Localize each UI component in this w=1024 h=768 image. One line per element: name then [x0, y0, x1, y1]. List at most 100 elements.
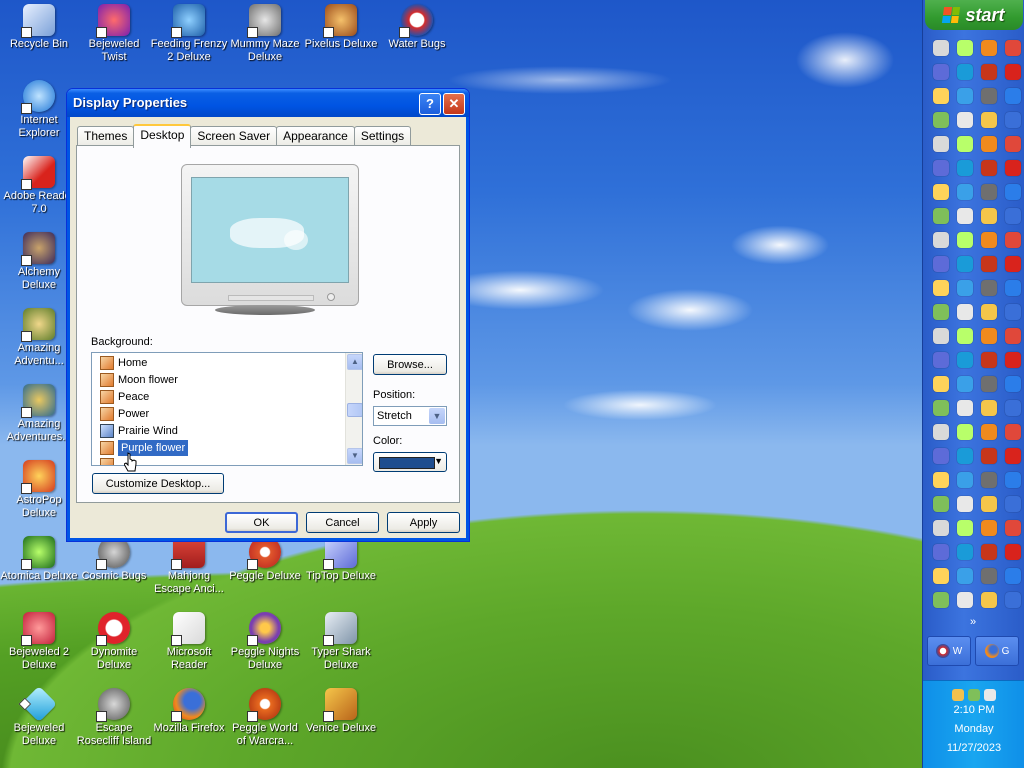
desktop-icon-mahjong-escape[interactable]: Mahjong Escape Anci... — [150, 536, 228, 596]
quick-launch-app-icon[interactable] — [933, 280, 949, 296]
desktop-icon-recycle-bin[interactable]: Recycle Bin — [0, 4, 78, 51]
quick-launch-app-icon[interactable] — [957, 160, 973, 176]
quick-launch-app-icon[interactable] — [981, 520, 997, 536]
quick-launch-app-icon[interactable] — [1005, 472, 1021, 488]
quick-launch-app-icon[interactable] — [981, 64, 997, 80]
desktop-icon-water-bugs[interactable]: Water Bugs — [378, 4, 456, 51]
desktop-icon-bejeweled-twist[interactable]: Bejeweled Twist — [75, 4, 153, 64]
quick-launch-app-icon[interactable] — [1005, 160, 1021, 176]
quick-launch-app-icon[interactable] — [981, 328, 997, 344]
quick-launch-app-icon[interactable] — [981, 136, 997, 152]
quick-launch-app-icon[interactable] — [981, 424, 997, 440]
quick-launch-app-icon[interactable] — [981, 568, 997, 584]
list-item-selected[interactable]: Purple flower — [100, 440, 189, 456]
quick-launch-app-icon[interactable] — [981, 160, 997, 176]
quick-launch-app-icon[interactable] — [981, 544, 997, 560]
taskbar-button-w[interactable]: W — [927, 636, 971, 666]
desktop-icon-cosmic-bugs[interactable]: Cosmic Bugs — [75, 536, 153, 583]
quick-launch-app-icon[interactable] — [981, 496, 997, 512]
tab-settings[interactable]: Settings — [353, 126, 412, 146]
quick-launch-app-icon[interactable] — [981, 304, 997, 320]
quick-launch-app-icon[interactable] — [957, 112, 973, 128]
quick-launch-app-icon[interactable] — [1005, 256, 1021, 272]
quick-launch-app-icon[interactable] — [933, 448, 949, 464]
quick-launch-app-icon[interactable] — [933, 232, 949, 248]
browse-button[interactable]: Browse... — [373, 354, 447, 375]
taskbar-button-g[interactable]: G — [975, 636, 1019, 666]
quick-launch-app-icon[interactable] — [1005, 208, 1021, 224]
quick-launch-app-icon[interactable] — [981, 448, 997, 464]
color-picker-button[interactable]: ▼ — [373, 452, 447, 472]
quick-launch-app-icon[interactable] — [957, 88, 973, 104]
position-select[interactable]: Stretch ▼ — [373, 406, 447, 426]
quick-launch-app-icon[interactable] — [981, 472, 997, 488]
quick-launch-app-icon[interactable] — [981, 112, 997, 128]
quick-launch-app-icon[interactable] — [933, 400, 949, 416]
quick-launch-app-icon[interactable] — [933, 40, 949, 56]
quick-launch-app-icon[interactable] — [1005, 304, 1021, 320]
quick-launch-app-icon[interactable] — [1005, 400, 1021, 416]
listbox-scrollbar[interactable]: ▲ ▼ — [345, 353, 362, 465]
desktop-icon-typer-shark[interactable]: Typer Shark Deluxe — [302, 612, 380, 672]
quick-launch-app-icon[interactable] — [957, 40, 973, 56]
desktop-icon-bejeweled-2[interactable]: Bejeweled 2 Deluxe — [0, 612, 78, 672]
quick-launch-app-icon[interactable] — [957, 184, 973, 200]
desktop-icon-atomica[interactable]: Atomica Deluxe — [0, 536, 78, 583]
quick-launch-app-icon[interactable] — [1005, 112, 1021, 128]
quick-launch-app-icon[interactable] — [1005, 88, 1021, 104]
quick-launch-app-icon[interactable] — [1005, 520, 1021, 536]
quick-launch-app-icon[interactable] — [1005, 64, 1021, 80]
quick-launch-app-icon[interactable] — [933, 160, 949, 176]
list-item[interactable]: Prairie Wind — [100, 423, 178, 439]
quick-launch-app-icon[interactable] — [957, 592, 973, 608]
scroll-down-arrow-icon[interactable]: ▼ — [347, 448, 362, 464]
quick-launch-app-icon[interactable] — [1005, 496, 1021, 512]
network-icon[interactable] — [952, 689, 964, 701]
quick-launch-app-icon[interactable] — [1005, 568, 1021, 584]
desktop-icon-dynomite[interactable]: Dynomite Deluxe — [75, 612, 153, 672]
quick-launch-more-icon[interactable]: » — [923, 616, 1023, 628]
quick-launch-app-icon[interactable] — [957, 352, 973, 368]
quick-launch-app-icon[interactable] — [933, 592, 949, 608]
quick-launch-app-icon[interactable] — [933, 304, 949, 320]
quick-launch-app-icon[interactable] — [981, 232, 997, 248]
desktop-icon-pixelus[interactable]: Pixelus Deluxe — [302, 4, 380, 51]
quick-launch-app-icon[interactable] — [957, 208, 973, 224]
quick-launch-app-icon[interactable] — [933, 136, 949, 152]
quick-launch-app-icon[interactable] — [1005, 424, 1021, 440]
tab-themes[interactable]: Themes — [77, 126, 135, 146]
quick-launch-app-icon[interactable] — [1005, 376, 1021, 392]
quick-launch-app-icon[interactable] — [933, 352, 949, 368]
quick-launch-app-icon[interactable] — [957, 424, 973, 440]
quick-launch-app-icon[interactable] — [933, 544, 949, 560]
dialog-titlebar[interactable]: Display Properties — [67, 89, 469, 117]
quick-launch-app-icon[interactable] — [933, 208, 949, 224]
scrollbar-thumb[interactable] — [347, 403, 362, 417]
desktop-icon-mozilla-firefox[interactable]: Mozilla Firefox — [150, 688, 228, 735]
ok-button[interactable]: OK — [225, 512, 298, 533]
apply-button[interactable]: Apply — [387, 512, 460, 533]
quick-launch-app-icon[interactable] — [933, 376, 949, 392]
quick-launch-app-icon[interactable] — [1005, 280, 1021, 296]
quick-launch-app-icon[interactable] — [933, 328, 949, 344]
quick-launch-app-icon[interactable] — [933, 424, 949, 440]
clock-time[interactable]: 2:10 PM — [923, 701, 1024, 720]
desktop-icon-peggle[interactable]: Peggle Deluxe — [226, 536, 304, 583]
desktop-icon-microsoft-reader[interactable]: Microsoft Reader — [150, 612, 228, 672]
quick-launch-app-icon[interactable] — [957, 64, 973, 80]
quick-launch-app-icon[interactable] — [1005, 328, 1021, 344]
tab-appearance[interactable]: Appearance — [276, 126, 355, 146]
list-item[interactable]: Power — [100, 406, 149, 422]
quick-launch-app-icon[interactable] — [1005, 136, 1021, 152]
quick-launch-app-icon[interactable] — [957, 472, 973, 488]
quick-launch-app-icon[interactable] — [1005, 544, 1021, 560]
desktop-icon-escape-rosecliff[interactable]: Escape Rosecliff Island — [75, 688, 153, 748]
quick-launch-app-icon[interactable] — [981, 256, 997, 272]
quick-launch-app-icon[interactable] — [1005, 592, 1021, 608]
desktop-icon-venice[interactable]: Venice Deluxe — [302, 688, 380, 735]
quick-launch-app-icon[interactable] — [1005, 184, 1021, 200]
quick-launch-app-icon[interactable] — [933, 496, 949, 512]
quick-launch-app-icon[interactable] — [957, 400, 973, 416]
quick-launch-app-icon[interactable] — [957, 496, 973, 512]
quick-launch-app-icon[interactable] — [957, 280, 973, 296]
